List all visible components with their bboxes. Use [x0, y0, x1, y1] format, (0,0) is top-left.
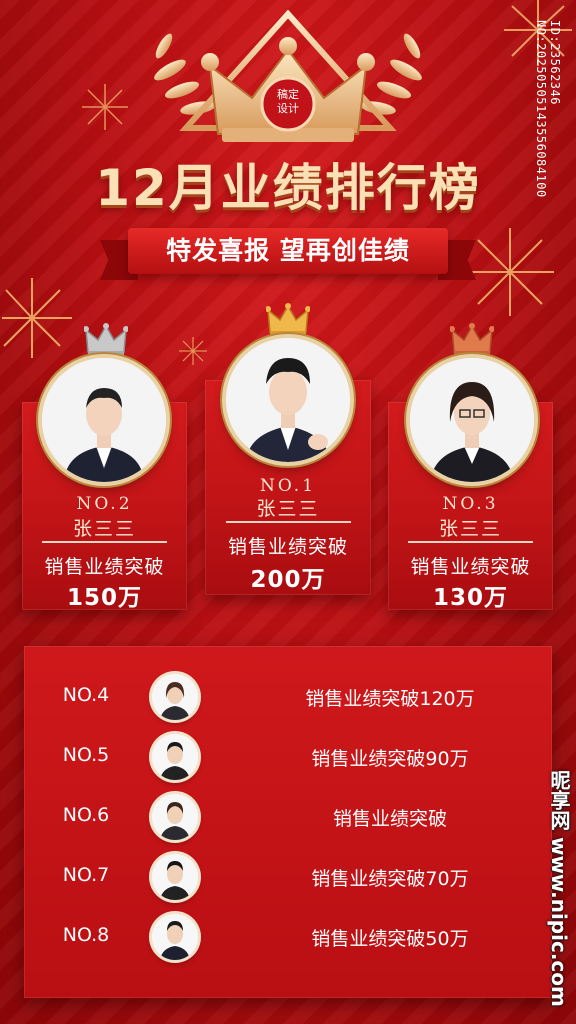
gold-crown-icon: [266, 303, 310, 336]
person-photo-icon: [152, 794, 198, 840]
list-item-rank: NO.5: [62, 744, 110, 766]
watermark-id: ID:23562346 NO:20250505143556084100: [534, 20, 562, 198]
podium-rank-3: NO.3: [442, 494, 499, 514]
crown-badge-line2: 设计: [277, 102, 299, 115]
podium-value-3: 130万: [432, 585, 508, 611]
list-item-avatar: [152, 734, 198, 780]
podium-divider-1: [226, 521, 351, 523]
list-item-rank: NO.4: [62, 684, 110, 706]
podium-rank-1: NO.1: [259, 476, 317, 496]
subtitle-ribbon: 特发喜报 望再创佳绩: [128, 228, 448, 274]
podium-divider-2: [42, 541, 167, 543]
person-photo-icon: [410, 358, 534, 482]
person-photo-icon: [152, 674, 198, 720]
list-item-rank: NO.7: [62, 864, 110, 886]
list-item: NO.8 销售业绩突破50万: [40, 912, 520, 962]
crown-emblem-icon: [154, 10, 422, 142]
bronze-crown-icon: [450, 323, 494, 356]
list-item: NO.4 销售业绩突破120万: [40, 672, 520, 722]
podium-text-2: 销售业绩突破: [44, 556, 165, 578]
fireworks-decoration-left: [2, 278, 72, 358]
fireworks-decoration-top-left: [82, 84, 128, 130]
podium-name-2: 张三三: [72, 518, 136, 540]
fireworks-decoration-small: [179, 337, 207, 365]
list-item-avatar: [152, 914, 198, 960]
avatar-rank-1: [226, 338, 350, 462]
person-photo-icon: [152, 734, 198, 780]
list-item-text: 销售业绩突破: [332, 808, 447, 830]
list-item-rank: NO.6: [62, 804, 110, 826]
list-item: NO.5 销售业绩突破90万: [40, 732, 520, 782]
person-photo-icon: [152, 854, 198, 900]
person-photo-icon: [42, 358, 166, 482]
podium-value-1: 200万: [250, 567, 326, 593]
podium-text-3: 销售业绩突破: [410, 556, 531, 578]
avatar-rank-3: [410, 358, 534, 482]
podium-rank-2: NO.2: [76, 494, 133, 514]
page-title: 12月业绩排行榜: [95, 159, 481, 217]
avatar-rank-2: [42, 358, 166, 482]
podium-text-1: 销售业绩突破: [227, 536, 348, 558]
crown-badge-text: 稿定 设计: [268, 88, 308, 116]
podium-divider-3: [408, 541, 533, 543]
list-item-avatar: [152, 674, 198, 720]
list-item-avatar: [152, 854, 198, 900]
person-photo-icon: [152, 914, 198, 960]
watermark-site: 昵享网 www.nipic.com: [547, 770, 571, 1007]
list-item: NO.6 销售业绩突破: [40, 792, 520, 842]
list-item-avatar: [152, 794, 198, 840]
list-item-text: 销售业绩突破90万: [311, 748, 469, 770]
list-item: NO.7 销售业绩突破70万: [40, 852, 520, 902]
crown-badge-line1: 稿定: [277, 88, 299, 101]
silver-crown-icon: [84, 323, 128, 356]
list-item-text: 销售业绩突破120万: [305, 688, 475, 710]
podium-name-3: 张三三: [438, 518, 502, 540]
list-item-text: 销售业绩突破50万: [311, 928, 469, 950]
podium-name-1: 张三三: [256, 498, 320, 520]
list-item-rank: NO.8: [62, 924, 110, 946]
list-item-text: 销售业绩突破70万: [311, 868, 469, 890]
podium-value-2: 150万: [66, 585, 142, 611]
person-photo-icon: [226, 338, 350, 462]
